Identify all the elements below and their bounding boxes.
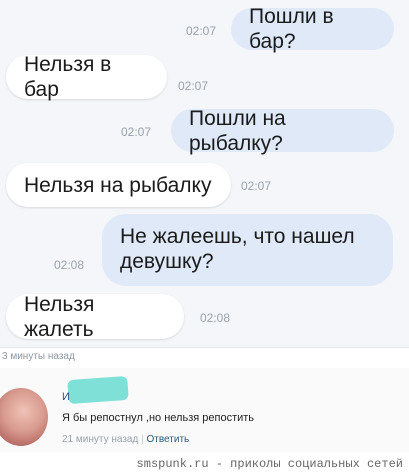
message-outgoing[interactable]: Пошли на рыбалку?: [171, 107, 394, 155]
message-text: Нельзя на рыбалку: [24, 173, 212, 197]
comment-text: Я бы репостнул ,но нельзя репостить: [62, 412, 255, 424]
message-incoming[interactable]: Нельзя жалеть: [6, 292, 184, 341]
message-time: 02:08: [200, 311, 231, 325]
redaction-mark: [67, 375, 129, 405]
message-text-line: Не жалеешь, что нашел: [120, 225, 355, 248]
message-text: Пошли на рыбалку?: [189, 106, 286, 155]
message-outgoing[interactable]: Пошли в бар?: [231, 5, 394, 53]
message-text: Нельзя в бар: [24, 53, 112, 101]
watermark: smspunk.ru - приколы социальных сетей: [136, 457, 403, 471]
comment-meta: 21 минуту назад | Ответить: [62, 434, 189, 445]
post-time: 3 минуты назад: [2, 351, 75, 362]
message-time: 02:07: [241, 179, 272, 193]
message-text: Нельзя жалеть: [24, 292, 95, 341]
message-incoming[interactable]: Нельзя на рыбалку: [6, 163, 231, 207]
comment-author[interactable]: И: [62, 391, 70, 403]
chat-area: Пошли в бар? 02:07 Нельзя в бар 02:07 По…: [0, 0, 409, 347]
message-time: 02:07: [186, 24, 217, 38]
divider: [0, 347, 409, 348]
message-text: Пошли в бар?: [249, 5, 334, 53]
separator: |: [141, 434, 144, 445]
reply-link[interactable]: Ответить: [146, 434, 189, 445]
message-incoming[interactable]: Нельзя в бар: [6, 53, 167, 101]
message-time: 02:08: [54, 258, 85, 272]
message-time: 02:07: [121, 125, 152, 139]
message-time: 02:07: [178, 79, 209, 93]
comment-time: 21 минуту назад: [62, 434, 139, 445]
message-text-line: девушку?: [120, 250, 214, 273]
message-outgoing[interactable]: Не жалеешь, что нашел девушку?: [102, 214, 393, 286]
